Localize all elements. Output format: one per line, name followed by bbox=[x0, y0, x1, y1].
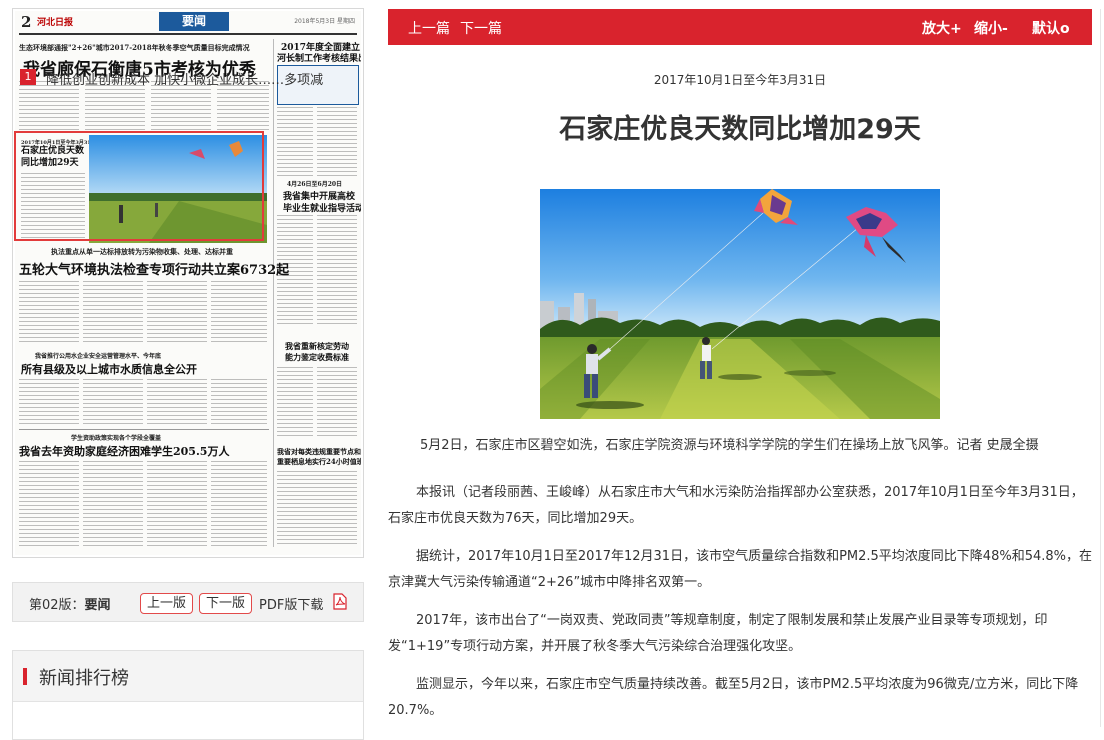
photo-caption: 5月2日，石家庄市区碧空如洗，石家庄学院资源与环境科学学院的学生们在操场上放飞风… bbox=[420, 438, 1039, 453]
paper-date: 2018年5月3日 星期四 bbox=[294, 18, 355, 25]
paper-page-number: 2 bbox=[21, 13, 32, 31]
ranking-item-number: 1 bbox=[20, 69, 36, 85]
article-paragraph: 2017年，该市出台了“一岗双责、党政同责”等规章制度，制定了限制发展和禁止发展… bbox=[388, 613, 1048, 654]
article-subtitle: 2017年10月1日至今年3月31日 bbox=[653, 73, 827, 87]
paper-text-block bbox=[317, 215, 357, 325]
paper-text-block bbox=[19, 461, 79, 547]
pdf-download-link[interactable]: PDF版下载 bbox=[259, 594, 323, 613]
paper-text-block bbox=[147, 461, 207, 547]
zoom-in-button[interactable]: 放大+ bbox=[922, 18, 962, 38]
paper-text-block bbox=[83, 281, 143, 343]
paper-text-block bbox=[83, 379, 143, 425]
paper-logo: 河北日报 bbox=[37, 18, 74, 28]
paper-rule bbox=[19, 429, 269, 430]
paper-side-headline[interactable]: 毕业生就业指导活动 bbox=[283, 201, 361, 214]
paper-text-block bbox=[211, 379, 267, 425]
newspaper-page-thumbnail[interactable]: 2 河北日报 要闻 2018年5月3日 星期四 生态环境部通报"2+26"城市2… bbox=[12, 8, 364, 558]
paper-text-block bbox=[277, 107, 313, 177]
ranking-header: 新闻排行榜 bbox=[13, 651, 363, 702]
content-border bbox=[1100, 9, 1101, 727]
paper-text-block bbox=[147, 281, 207, 343]
paper-text-block bbox=[211, 281, 267, 343]
paper-kicker[interactable]: 执法重点从单一达标排放转为污染物收集、处理、达标并重 bbox=[51, 247, 233, 257]
paper-side-headline[interactable]: 能力鉴定收费标准 bbox=[285, 352, 349, 363]
newspaper-page-image[interactable]: 2 河北日报 要闻 2018年5月3日 星期四 生态环境部通报"2+26"城市2… bbox=[15, 11, 361, 555]
paper-side-headline[interactable]: 河长制工作考核结果出炉 bbox=[277, 51, 361, 64]
page-label: 第02版：要闻 bbox=[29, 594, 111, 613]
page-navigation-bar: 第02版：要闻 上一版 下一版 PDF版下载 bbox=[12, 582, 364, 622]
article-paragraph: 据统计，2017年10月1日至2017年12月31日，该市空气质量综合指数和PM… bbox=[388, 549, 1092, 590]
paper-headline[interactable]: 五轮大气环境执法检查专项行动共立案6732起 bbox=[19, 259, 289, 278]
paper-text-block bbox=[19, 379, 79, 425]
paper-headline[interactable]: 我省去年资助家庭经济困难学生205.5万人 bbox=[19, 443, 229, 459]
paper-section-label: 要闻 bbox=[159, 12, 229, 31]
paper-text-block bbox=[277, 367, 313, 437]
prev-page-button[interactable]: 上一版 bbox=[140, 593, 194, 614]
paper-text-block bbox=[147, 379, 207, 425]
paper-kicker[interactable]: 生态环境部通报"2+26"城市2017-2018年秋冬季空气质量目标完成情况 bbox=[19, 43, 250, 53]
article-toolbar: 上一篇 下一篇 放大+ 缩小- 默认o bbox=[388, 9, 1092, 45]
paper-side-headline[interactable]: 我省对每类违规重要节点和 bbox=[277, 447, 361, 457]
paper-column-rule bbox=[273, 39, 274, 547]
article-title: 石家庄优良天数同比增加29天 bbox=[559, 114, 921, 145]
paper-masthead: 2 河北日报 要闻 2018年5月3日 星期四 bbox=[19, 12, 357, 35]
article-photo bbox=[540, 189, 940, 419]
ranking-item[interactable]: 1 降低创业创新成本 加快小微企业成长……多项减 bbox=[20, 69, 340, 89]
paper-kicker[interactable]: 我省推行公用水企业安全运营管理水平、今年底 bbox=[35, 351, 161, 360]
article-paragraph: 本报讯（记者段丽茜、王峻峰）从石家庄市大气和水污染防治指挥部办公室获悉，2017… bbox=[388, 485, 1084, 526]
ranking-title: 新闻排行榜 bbox=[39, 668, 129, 689]
next-article-link[interactable]: 下一篇 bbox=[460, 18, 502, 38]
pdf-icon[interactable] bbox=[333, 593, 347, 610]
paper-headline[interactable]: 所有县级及以上城市水质信息全公开 bbox=[21, 361, 197, 377]
page-label-prefix: 第02版： bbox=[29, 598, 85, 613]
article-paragraph: 监测显示，今年以来，石家庄市空气质量持续改善。截至5月2日，该市PM2.5平均浓… bbox=[388, 677, 1079, 718]
paper-text-block bbox=[83, 461, 143, 547]
paper-text-block bbox=[211, 461, 267, 547]
paper-text-block bbox=[317, 107, 357, 177]
prev-article-link[interactable]: 上一篇 bbox=[408, 18, 450, 38]
paper-side-headline[interactable]: 我省重新核定劳动 bbox=[285, 341, 349, 352]
left-column: 2 河北日报 要闻 2018年5月3日 星期四 生态环境部通报"2+26"城市2… bbox=[0, 0, 378, 740]
ranking-accent-bar bbox=[23, 668, 27, 685]
current-article-highlight[interactable] bbox=[14, 131, 264, 241]
ranking-item-link[interactable]: 降低创业创新成本 加快小微企业成长……多项减 bbox=[46, 69, 323, 88]
zoom-out-button[interactable]: 缩小- bbox=[974, 18, 1008, 38]
paper-kicker[interactable]: 学生资助政策实现各个学段全覆盖 bbox=[71, 433, 161, 442]
page-label-section: 要闻 bbox=[84, 598, 111, 613]
paper-kicker[interactable]: 4月26日至6月20日 bbox=[287, 179, 342, 188]
default-size-button[interactable]: 默认o bbox=[1032, 18, 1070, 38]
paper-side-headline[interactable]: 重要栖息地实行24小时值班 bbox=[277, 457, 361, 467]
paper-text-block bbox=[277, 471, 357, 547]
paper-text-block bbox=[19, 281, 79, 343]
next-page-button[interactable]: 下一版 bbox=[199, 593, 253, 614]
paper-text-block bbox=[317, 367, 357, 437]
